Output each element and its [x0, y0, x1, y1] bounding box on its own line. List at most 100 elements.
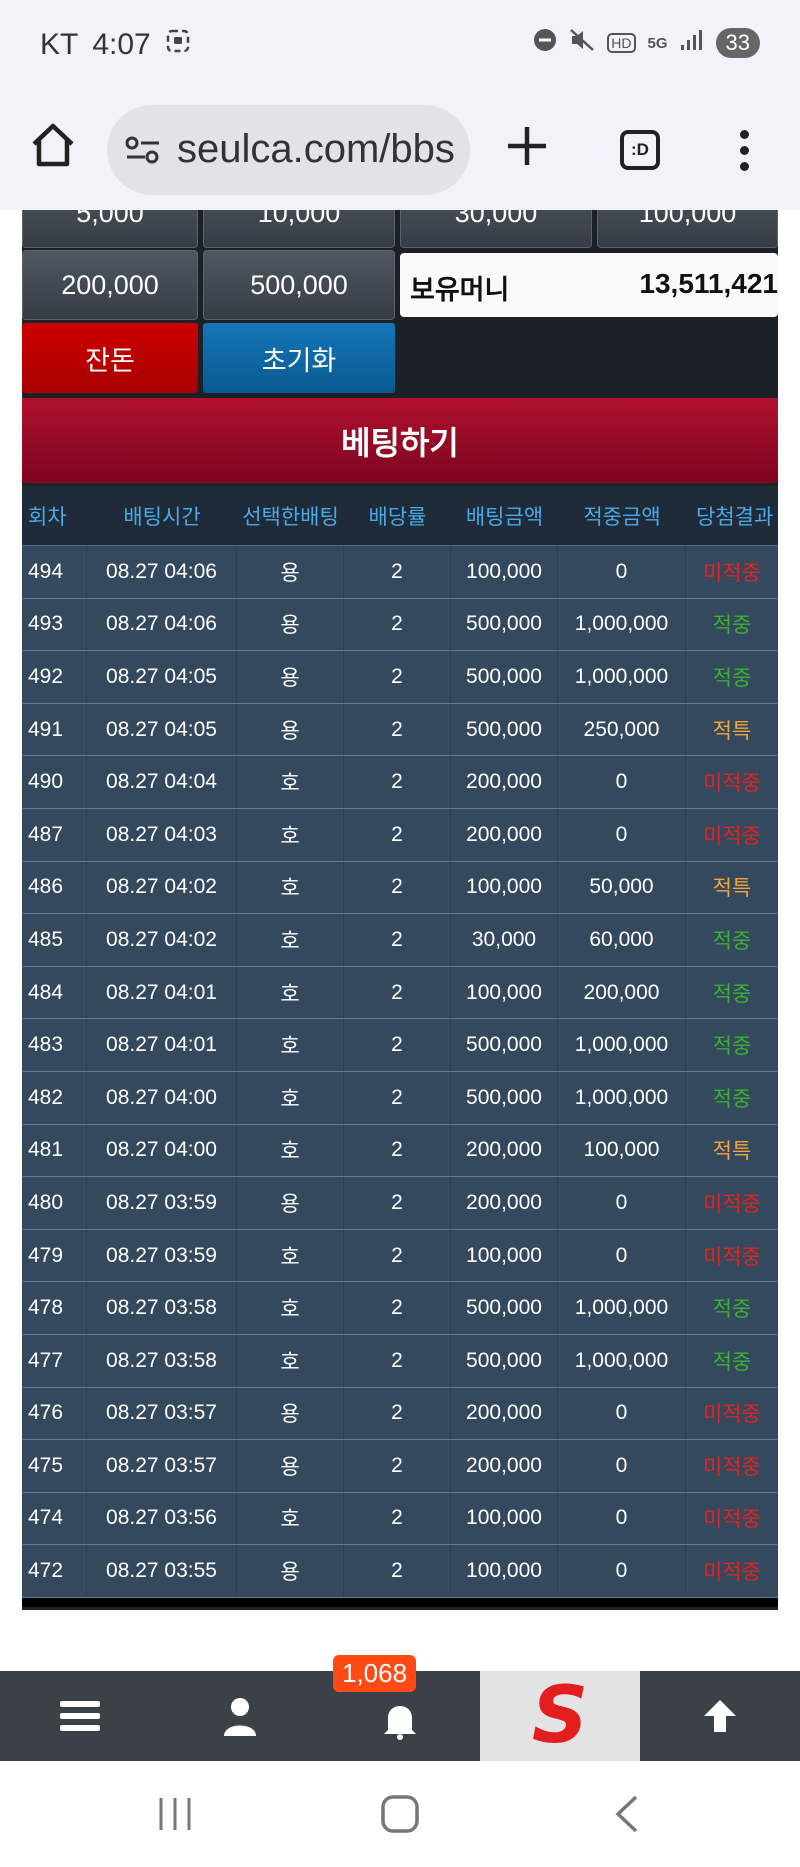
row-win-amount: 0: [558, 1492, 686, 1545]
row-win-amount: 0: [558, 1387, 686, 1440]
chip-10000[interactable]: 10,000: [203, 210, 395, 248]
row-odds: 2: [344, 756, 451, 808]
home-button[interactable]: [28, 120, 78, 180]
row-odds: 2: [344, 966, 451, 1019]
url-text: seulca.com/bbs: [177, 127, 455, 171]
row-bet-amount: 100,000: [451, 861, 558, 914]
row-bet-amount: 500,000: [451, 1071, 558, 1124]
row-time: 08.27 04:05: [87, 651, 237, 703]
row-win-amount: 0: [558, 1545, 686, 1597]
chip-200000[interactable]: 200,000: [22, 250, 198, 320]
row-time: 08.27 03:55: [87, 1545, 237, 1597]
home-square-icon: [381, 1795, 419, 1833]
row-pick: 용: [237, 703, 344, 756]
row-time: 08.27 03:59: [87, 1229, 237, 1282]
row-odds: 2: [344, 1019, 451, 1071]
table-body: 494 08.27 04:06 용 2 100,000 0 미적중 493 08.27 04:0…: [22, 546, 778, 1598]
row-pick: 호: [237, 1019, 344, 1071]
row-round: 477: [22, 1334, 87, 1387]
scroll-top-button[interactable]: [680, 1671, 760, 1761]
hd-icon: HD: [607, 33, 636, 53]
row-time: 08.27 04:05: [87, 703, 237, 756]
row-pick: 호: [237, 808, 344, 861]
row-round: 481: [22, 1124, 87, 1177]
row-pick: 호: [237, 966, 344, 1019]
row-win-amount: 1,000,000: [558, 598, 686, 651]
back-button[interactable]: [610, 1794, 660, 1838]
balance-label: 보유머니: [410, 275, 510, 305]
new-tab-button[interactable]: [505, 110, 549, 183]
battery-icon: 33: [715, 28, 760, 58]
row-result: 적중: [712, 1035, 752, 1059]
row-time: 08.27 04:04: [87, 756, 237, 808]
reset-button[interactable]: 초기화: [203, 323, 395, 393]
recent-apps-button[interactable]: [155, 1794, 205, 1834]
row-round: 480: [22, 1177, 87, 1229]
table-row: 486 08.27 04:02 호 2 100,000 50,000 적특: [22, 861, 778, 915]
hamburger-menu-button[interactable]: [40, 1671, 120, 1761]
row-round: 494: [22, 546, 87, 598]
arrow-up-icon: [704, 1700, 736, 1732]
row-result: 적중: [712, 666, 752, 690]
row-odds: 2: [344, 1492, 451, 1545]
row-bet-amount: 100,000: [451, 1545, 558, 1597]
row-odds: 2: [344, 1071, 451, 1124]
row-result: 적중: [712, 1087, 752, 1111]
dnd-icon: [533, 28, 557, 58]
row-pick: 호: [237, 1071, 344, 1124]
tab-switcher-button[interactable]: :D: [620, 130, 660, 170]
chip-500000[interactable]: 500,000: [203, 250, 395, 320]
table-row: 477 08.27 03:58 호 2 500,000 1,000,000 적중: [22, 1334, 778, 1388]
hamburger-icon: [60, 1701, 100, 1731]
row-odds: 2: [344, 808, 451, 861]
row-pick: 용: [237, 1545, 344, 1597]
row-time: 08.27 04:06: [87, 546, 237, 598]
table-row: 479 08.27 03:59 호 2 100,000 0 미적중: [22, 1229, 778, 1283]
bell-icon: [384, 1706, 416, 1740]
row-result: 적특: [712, 877, 752, 901]
row-round: 476: [22, 1387, 87, 1440]
row-pick: 용: [237, 598, 344, 651]
row-pick: 용: [237, 1440, 344, 1492]
row-win-amount: 1,000,000: [558, 1282, 686, 1334]
table-row: 492 08.27 04:05 용 2 500,000 1,000,000 적중: [22, 651, 778, 704]
place-bet-button[interactable]: 베팅하기: [22, 398, 778, 483]
row-win-amount: 250,000: [558, 703, 686, 756]
row-win-amount: 50,000: [558, 861, 686, 914]
row-result: 미적중: [703, 1455, 761, 1479]
row-odds: 2: [344, 703, 451, 756]
row-round: 485: [22, 914, 87, 966]
carrier-label: KT: [40, 28, 79, 61]
row-odds: 2: [344, 1387, 451, 1440]
row-round: 479: [22, 1229, 87, 1282]
site-settings-icon[interactable]: [125, 135, 161, 173]
row-round: 478: [22, 1282, 87, 1334]
row-pick: 호: [237, 1229, 344, 1282]
row-round: 475: [22, 1440, 87, 1492]
row-bet-amount: 30,000: [451, 914, 558, 966]
row-win-amount: 1,000,000: [558, 1071, 686, 1124]
header-win-amount: 적중금액: [583, 505, 661, 529]
row-bet-amount: 200,000: [451, 756, 558, 808]
chip-100000[interactable]: 100,000: [597, 210, 778, 248]
status-bar: KT 4:07 HD 5G 33: [0, 0, 800, 90]
home-nav-button[interactable]: [380, 1794, 430, 1838]
row-odds: 2: [344, 1282, 451, 1334]
site-logo[interactable]: S: [480, 1671, 640, 1761]
header-bet-amount: 배팅금액: [465, 505, 544, 529]
more-menu-icon[interactable]: [730, 120, 760, 180]
row-bet-amount: 200,000: [451, 1177, 558, 1229]
row-pick: 용: [237, 1387, 344, 1440]
chip-30000[interactable]: 30,000: [400, 210, 592, 248]
row-time: 08.27 04:01: [87, 966, 237, 1019]
row-round: 483: [22, 1019, 87, 1071]
address-bar[interactable]: seulca.com/bbs: [107, 105, 470, 195]
row-result: 적특: [712, 1140, 752, 1164]
user-icon: [224, 1698, 256, 1736]
row-time: 08.27 03:58: [87, 1334, 237, 1387]
profile-button[interactable]: [200, 1671, 280, 1761]
change-button[interactable]: 잔돈: [22, 323, 198, 393]
balance-box: 보유머니 13,511,421: [400, 253, 778, 317]
chip-5000[interactable]: 5,000: [22, 210, 198, 248]
row-time: 08.27 03:56: [87, 1492, 237, 1545]
